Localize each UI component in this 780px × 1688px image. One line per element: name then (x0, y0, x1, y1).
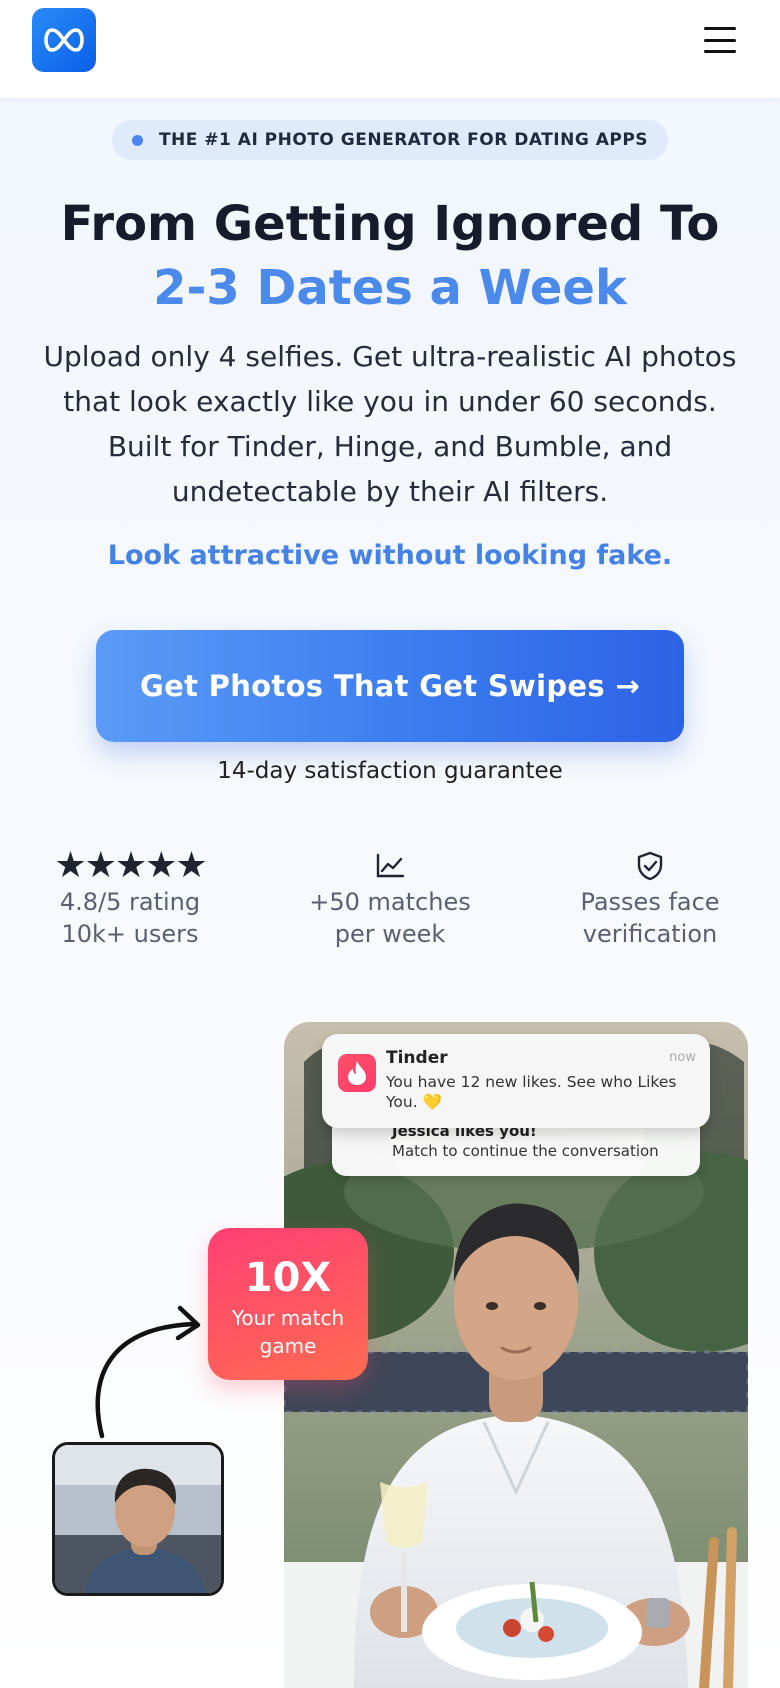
stat-rating-line1: 4.8/5 rating (59, 888, 201, 916)
before-selfie-photo (52, 1442, 224, 1596)
trending-chart-icon (376, 853, 405, 878)
shield-check-icon (637, 851, 663, 881)
guarantee-text: 14-day satisfaction guarantee (217, 758, 563, 784)
stat-verification: Passes face verification (520, 848, 780, 950)
badge-dot (131, 134, 143, 146)
hero-badge: THE #1 AI PHOTO GENERATOR FOR DATING APP… (112, 120, 668, 160)
stat-rating: ★★★★★ 4.8/5 rating 10k+ users (0, 848, 260, 950)
man-selfie-illustration (55, 1445, 221, 1593)
multiplier-card: 10X Your match game (208, 1228, 368, 1380)
stat-matches-line1: +50 matches (309, 888, 471, 916)
stat-verification-line1: Passes face (580, 888, 720, 916)
hamburger-menu-icon[interactable] (698, 22, 742, 58)
infinity-icon (44, 28, 84, 52)
five-stars-icon: ★★★★★ (54, 845, 207, 886)
app-logo[interactable] (32, 8, 96, 72)
stat-rating-line2: 10k+ users (61, 920, 199, 948)
hero-headline: From Getting Ignored To 2-3 Dates a Week (0, 192, 780, 320)
curved-arrow-icon (95, 1305, 201, 1439)
notification-text: You have 12 new likes. See who Likes You… (386, 1073, 677, 1111)
hero-subtext: Upload only 4 selfies. Get ultra-realist… (43, 340, 737, 508)
stats-row: ★★★★★ 4.8/5 rating 10k+ users +50 matche… (0, 848, 780, 958)
multiplier-value: 10X (244, 1255, 332, 1301)
tinder-flame-icon (338, 1054, 376, 1092)
multiplier-caption: Your match game (231, 1306, 345, 1358)
match-notification-text: Match to continue the conversation (392, 1142, 659, 1160)
tinder-notification: Tinder now You have 12 new likes. See wh… (322, 1034, 710, 1128)
stat-verification-line2: verification (582, 920, 718, 948)
headline-line2: 2-3 Dates a Week (153, 260, 627, 316)
notification-time: now (669, 1050, 696, 1065)
notification-app-name: Tinder (386, 1048, 448, 1068)
headline-line1: From Getting Ignored To (60, 196, 720, 252)
badge-label: THE #1 AI PHOTO GENERATOR FOR DATING APP… (158, 130, 649, 150)
stat-matches-line2: per week (334, 920, 446, 948)
top-navbar (0, 0, 780, 98)
stat-matches: +50 matches per week (260, 848, 520, 950)
hero-tagline: Look attractive without looking fake. (107, 540, 673, 571)
get-photos-button[interactable]: Get Photos That Get Swipes → (96, 630, 684, 742)
